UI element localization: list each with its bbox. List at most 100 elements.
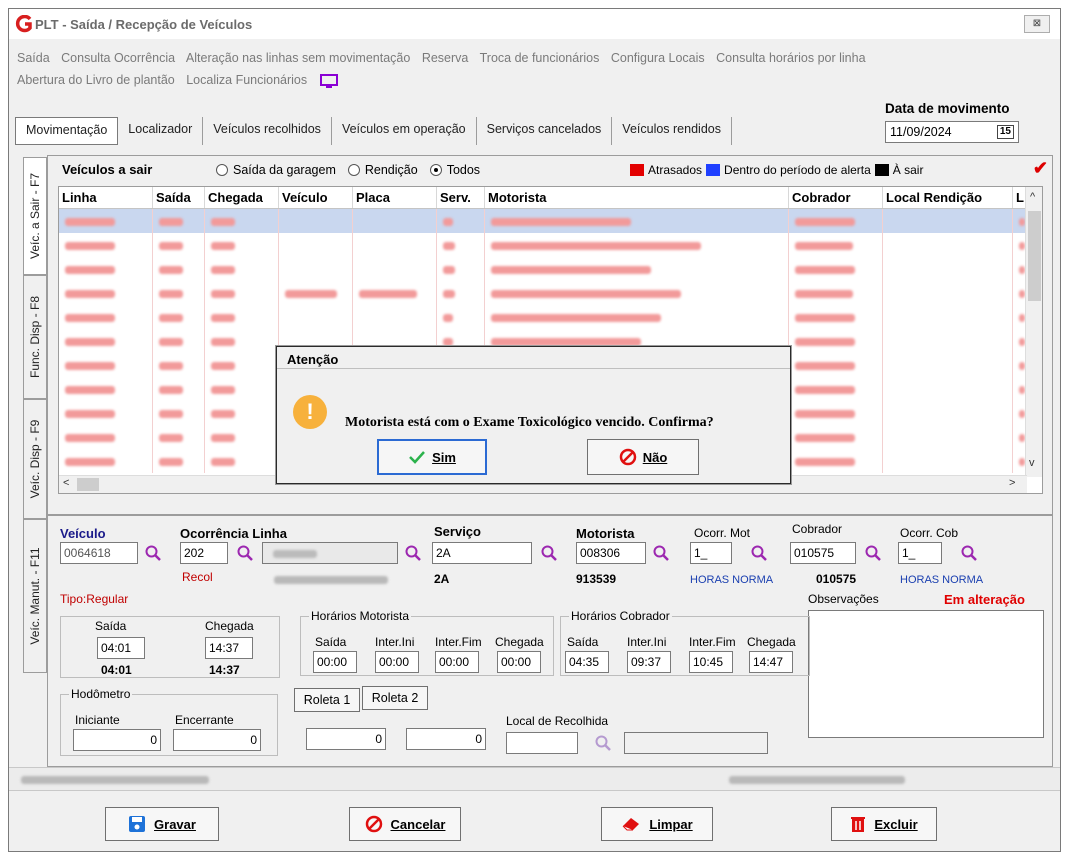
search-local-icon[interactable]: [594, 734, 612, 752]
gravar-button[interactable]: Gravar: [105, 807, 219, 841]
radio-todos[interactable]: Todos: [429, 163, 480, 177]
menu-abertura-livro[interactable]: Abertura do Livro de plantão: [17, 73, 175, 87]
hm-saida-field[interactable]: 00:00: [313, 651, 357, 673]
horarios-motorista-group: Horários Motorista Saída Inter.Ini Inter…: [300, 609, 554, 676]
local-recolhida-field[interactable]: [506, 732, 578, 754]
side-tab-label: Func. Disp - F8: [28, 295, 42, 379]
redacted-text: [211, 458, 235, 466]
encerrante-field[interactable]: 0: [173, 729, 261, 751]
hc-inter-ini-field[interactable]: 09:37: [627, 651, 671, 673]
tab-veiculos-recolhidos[interactable]: Veículos recolhidos: [203, 117, 332, 145]
redacted-text: [159, 314, 183, 322]
menu-consulta-ocorrencia[interactable]: Consulta Ocorrência: [61, 51, 175, 65]
checkmark-icon[interactable]: ✔: [1033, 158, 1048, 179]
col-motorista[interactable]: Motorista: [485, 187, 789, 208]
hodometro-label: Hodômetro: [69, 687, 133, 701]
table-cell: [485, 209, 789, 233]
hm-inter-fim-field[interactable]: 00:00: [435, 651, 479, 673]
scroll-right-icon[interactable]: >: [1009, 477, 1015, 489]
linha-field[interactable]: [262, 542, 398, 564]
ocorr-mot-field[interactable]: 1_: [690, 542, 732, 564]
hc-chegada-field[interactable]: 14:47: [749, 651, 793, 673]
search-linha-icon[interactable]: [404, 544, 422, 562]
roleta2-button[interactable]: Roleta 2: [362, 686, 428, 710]
tab-veiculos-rendidos[interactable]: Veículos rendidos: [612, 117, 732, 145]
col-local-rendicao[interactable]: Local Rendição: [883, 187, 1013, 208]
search-servico-icon[interactable]: [540, 544, 558, 562]
table-row[interactable]: [59, 281, 1027, 305]
observacoes-field[interactable]: [808, 610, 1044, 738]
calendar-icon[interactable]: 15: [996, 125, 1014, 139]
hc-saida-field[interactable]: 04:35: [565, 651, 609, 673]
tab-servicos-cancelados[interactable]: Serviços cancelados: [477, 117, 613, 145]
table-cell: [153, 329, 205, 353]
table-row[interactable]: [59, 233, 1027, 257]
horizontal-scroll-thumb[interactable]: [77, 478, 99, 491]
sim-button[interactable]: Sim: [377, 439, 487, 475]
roleta2-field[interactable]: 0: [406, 728, 486, 750]
menu-saida[interactable]: Saída: [17, 51, 50, 65]
redacted-text: [491, 242, 701, 250]
chegada-field[interactable]: 14:37: [205, 637, 253, 659]
menu-troca-funcionarios[interactable]: Troca de funcionários: [480, 51, 600, 65]
radio-saida-garagem[interactable]: Saída da garagem: [216, 163, 336, 177]
menu-consulta-horarios[interactable]: Consulta horários por linha: [716, 51, 865, 65]
col-saida[interactable]: Saída: [153, 187, 205, 208]
col-placa[interactable]: Placa: [353, 187, 437, 208]
radio-rendicao[interactable]: Rendição: [347, 163, 418, 177]
nao-button[interactable]: Não: [587, 439, 699, 475]
close-button[interactable]: ⊠: [1024, 15, 1050, 33]
hc-inter-fim-label: Inter.Fim: [689, 635, 736, 649]
hc-inter-fim-field[interactable]: 10:45: [689, 651, 733, 673]
veiculo-field[interactable]: 0064618: [60, 542, 138, 564]
search-cobrador-icon[interactable]: [864, 544, 882, 562]
tab-veiculos-operacao[interactable]: Veículos em operação: [332, 117, 477, 145]
side-tab-veic-a-sair[interactable]: Veíc. a Sair - F7: [23, 157, 47, 275]
ocorrencia-field[interactable]: 202: [180, 542, 228, 564]
hm-inter-ini-field[interactable]: 00:00: [375, 651, 419, 673]
menu-alteracao-linhas[interactable]: Alteração nas linhas sem movimentação: [186, 51, 410, 65]
vertical-scrollbar[interactable]: ^ v: [1025, 187, 1042, 477]
servico-field[interactable]: 2A: [432, 542, 532, 564]
tab-movimentacao[interactable]: Movimentação: [15, 117, 119, 145]
roleta1-field[interactable]: 0: [306, 728, 386, 750]
menu-localiza-funcionarios[interactable]: Localiza Funcionários: [186, 73, 307, 87]
motorista-field[interactable]: 008306: [576, 542, 646, 564]
search-ocorr-cob-icon[interactable]: [960, 544, 978, 562]
cobrador-field[interactable]: 010575: [790, 542, 856, 564]
hm-chegada-field[interactable]: 00:00: [497, 651, 541, 673]
table-row[interactable]: [59, 209, 1027, 233]
monitor-icon[interactable]: [319, 73, 339, 89]
ocorr-cob-field[interactable]: 1_: [898, 542, 942, 564]
search-veiculo-icon[interactable]: [144, 544, 162, 562]
limpar-button[interactable]: Limpar: [601, 807, 713, 841]
col-serv[interactable]: Serv.: [437, 187, 485, 208]
tab-localizador[interactable]: Localizador: [118, 117, 204, 145]
search-ocorrencia-icon[interactable]: [236, 544, 254, 562]
scroll-left-icon[interactable]: <: [63, 477, 69, 489]
menu-reserva[interactable]: Reserva: [422, 51, 469, 65]
table-row[interactable]: [59, 305, 1027, 329]
table-row[interactable]: [59, 257, 1027, 281]
search-ocorr-mot-icon[interactable]: [750, 544, 768, 562]
data-movimento-field[interactable]: 11/09/2024 15: [885, 121, 1019, 143]
side-tab-veic-manut[interactable]: Veíc. Manut. - F11: [23, 519, 47, 673]
radio-circle-selected-icon: [429, 164, 442, 176]
scroll-up-icon[interactable]: ^: [1030, 191, 1035, 203]
col-cobrador[interactable]: Cobrador: [789, 187, 883, 208]
roleta1-button[interactable]: Roleta 1: [294, 688, 360, 712]
menu-configura-locais[interactable]: Configura Locais: [611, 51, 705, 65]
scroll-down-icon[interactable]: v: [1029, 457, 1035, 469]
cancelar-button[interactable]: Cancelar: [349, 807, 461, 841]
side-tab-veic-disp[interactable]: Veíc. Disp - F9: [23, 399, 47, 519]
saida-field[interactable]: 04:01: [97, 637, 145, 659]
iniciante-field[interactable]: 0: [73, 729, 161, 751]
table-cell: [205, 281, 279, 305]
col-veiculo[interactable]: Veículo: [279, 187, 353, 208]
vertical-scroll-thumb[interactable]: [1028, 211, 1041, 301]
col-linha[interactable]: Linha: [59, 187, 153, 208]
side-tab-func-disp[interactable]: Func. Disp - F8: [23, 275, 47, 399]
col-chegada[interactable]: Chegada: [205, 187, 279, 208]
excluir-button[interactable]: Excluir: [831, 807, 937, 841]
search-motorista-icon[interactable]: [652, 544, 670, 562]
